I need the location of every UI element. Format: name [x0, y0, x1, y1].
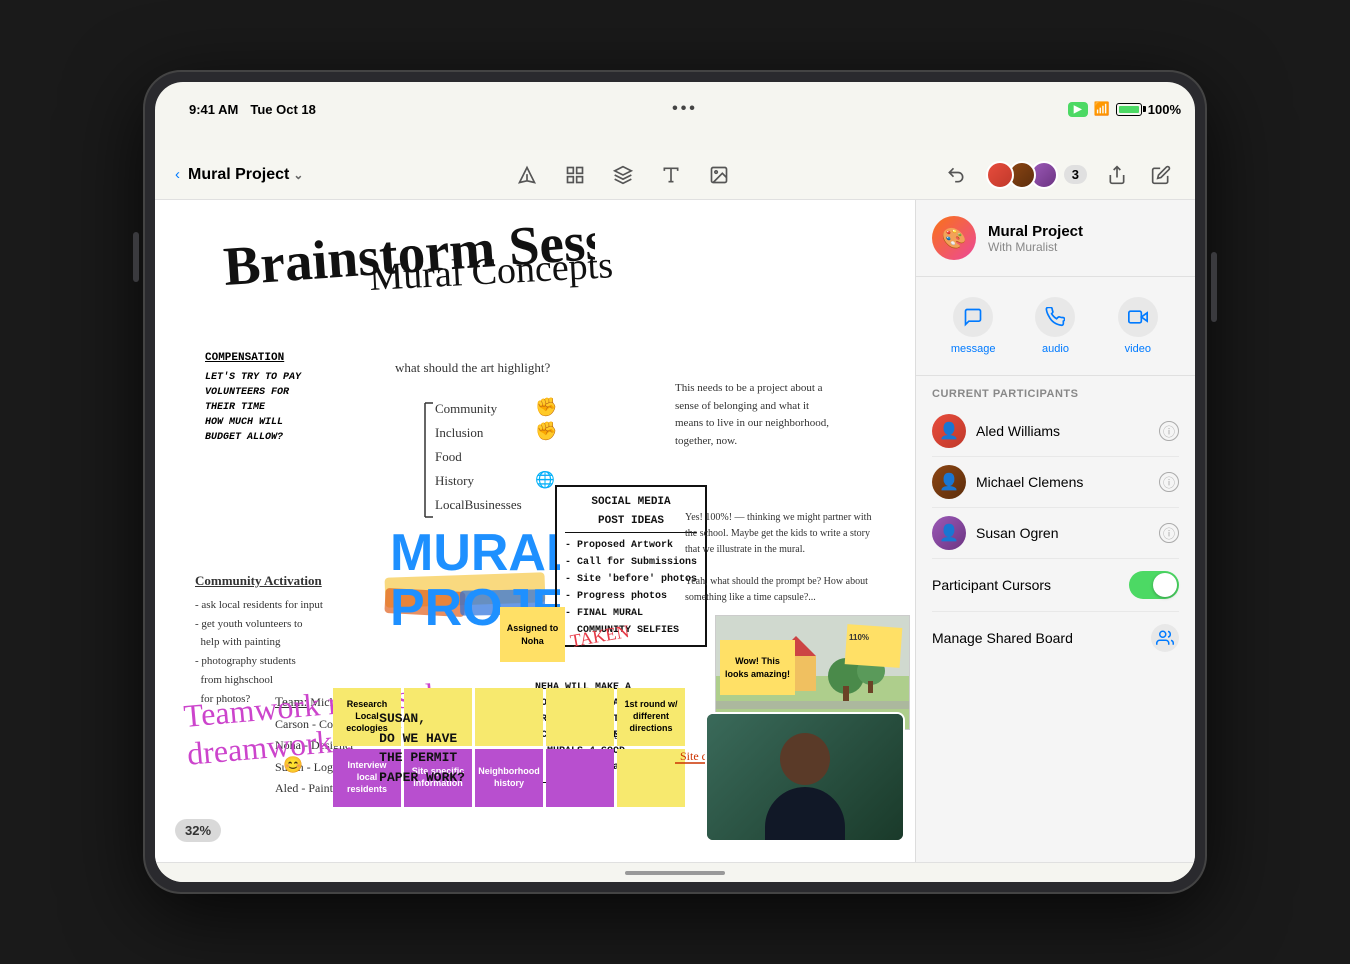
video-call-icon: [1118, 297, 1158, 337]
back-button[interactable]: ‹: [175, 166, 180, 183]
susan-info-button[interactable]: ⓘ: [1159, 523, 1179, 543]
participant-cursors-toggle[interactable]: [1129, 571, 1179, 599]
time-display: 9:41 AM: [189, 102, 238, 117]
toolbar: ‹ Mural Project ⌄: [155, 150, 1195, 200]
date-display: Tue Oct 18: [250, 102, 316, 117]
compensation-box: COMPENSATION LET'S TRY TO PAYVOLUNTEERS …: [205, 350, 301, 445]
svg-text:✊: ✊: [535, 397, 557, 418]
toolbar-left: ‹ Mural Project ⌄: [175, 166, 303, 184]
panel-project-info: Mural Project With Muralist: [988, 223, 1083, 254]
assigned-to-noha-sticky: Assigned to Noha: [500, 607, 565, 662]
manage-shared-board-icon[interactable]: [1151, 624, 1179, 652]
toggle-knob: [1153, 573, 1177, 597]
message-icon: [953, 297, 993, 337]
home-indicator: [155, 862, 1195, 882]
image-icon[interactable]: [705, 161, 733, 189]
michael-avatar: 👤: [932, 465, 966, 499]
audio-icon: [1035, 297, 1075, 337]
pen-icon[interactable]: [513, 161, 541, 189]
whiteboard-canvas[interactable]: Brainstorm Session Mural Concepts COMPEN…: [155, 200, 915, 862]
panel-with-label: With Muralist: [988, 240, 1083, 254]
text-icon[interactable]: [657, 161, 685, 189]
ipad-screen: 9:41 AM Tue Oct 18 ••• ▶ 📶 100% ‹: [155, 82, 1195, 882]
svg-text:Mural Concepts: Mural Concepts: [368, 244, 614, 299]
zoom-badge: 32%: [175, 819, 221, 842]
manage-shared-board-label: Manage Shared Board: [932, 630, 1151, 646]
video-person: [707, 714, 903, 840]
panel-project-name: Mural Project: [988, 223, 1083, 240]
grid-icon[interactable]: [561, 161, 589, 189]
sticky-neighborhood: Neighborhood history: [475, 749, 543, 807]
layers-icon[interactable]: [609, 161, 637, 189]
svg-text:History: History: [435, 473, 475, 488]
status-bar: 9:41 AM Tue Oct 18 ••• ▶ 📶 100%: [165, 92, 1195, 126]
title-chevron: ⌄: [293, 168, 303, 182]
mural-description-text: This needs to be a project about a sense…: [675, 380, 835, 450]
manage-shared-board-row[interactable]: Manage Shared Board: [916, 612, 1195, 664]
panel-actions: message audio: [916, 277, 1195, 376]
svg-text:Food: Food: [435, 449, 462, 464]
wow-sticky-note: Wow! This looks amazing!: [720, 640, 795, 695]
aled-name: Aled Williams: [976, 423, 1149, 439]
video-button[interactable]: video: [1097, 289, 1179, 363]
video-call-thumbnail: [705, 712, 905, 842]
art-highlight-question: what should the art highlight?: [395, 360, 550, 376]
wifi-icon: 📶: [1094, 101, 1110, 117]
center-dots: •••: [672, 100, 698, 117]
panel-header: 🎨 Mural Project With Muralist: [916, 200, 1195, 277]
main-content: Brainstorm Session Mural Concepts COMPEN…: [155, 200, 1195, 862]
toolbar-right: 3: [942, 161, 1175, 189]
sticky-empty-4: [546, 749, 614, 807]
collab-avatars[interactable]: 3: [986, 161, 1087, 189]
video-icon: ▶: [1068, 102, 1088, 117]
svg-text:MURAL: MURAL: [390, 524, 560, 582]
susan-note: SUSAN,DO WE HAVETHE PERMITPAPER WORK?: [379, 709, 465, 787]
message-label: message: [951, 343, 996, 355]
svg-text:110%: 110%: [849, 633, 869, 642]
susan-name: Susan Ogren: [976, 525, 1149, 541]
document-title[interactable]: Mural Project ⌄: [188, 166, 303, 184]
participant-cursors-label: Participant Cursors: [932, 577, 1129, 593]
avatar-1: [986, 161, 1014, 189]
share-button[interactable]: [1103, 161, 1131, 189]
collab-count: 3: [1064, 165, 1087, 184]
audio-label: audio: [1042, 343, 1069, 355]
participants-heading: CURRENT PARTICIPANTS: [916, 376, 1195, 406]
audio-button[interactable]: audio: [1014, 289, 1096, 363]
svg-text:✊: ✊: [535, 421, 557, 442]
michael-info-button[interactable]: ⓘ: [1159, 472, 1179, 492]
michael-name: Michael Clemens: [976, 474, 1149, 490]
svg-text:Inclusion: Inclusion: [435, 425, 484, 440]
yeah-text: Yes! 100%! — thinking we might partner w…: [685, 510, 875, 606]
participant-row-michael: 👤 Michael Clemens ⓘ: [916, 457, 1195, 507]
undo-button[interactable]: [942, 161, 970, 189]
status-left: 9:41 AM Tue Oct 18: [189, 102, 316, 117]
toolbar-center: [513, 161, 733, 189]
mural-concepts-title: Mural Concepts: [365, 240, 625, 305]
panel-project-avatar: 🎨: [932, 216, 976, 260]
edit-button[interactable]: [1147, 161, 1175, 189]
svg-text:🌐: 🌐: [535, 470, 555, 489]
sticky-empty-3: [546, 688, 614, 746]
side-panel: 🎨 Mural Project With Muralist: [915, 200, 1195, 862]
battery-icon: [1116, 103, 1142, 116]
participant-cursors-row: Participant Cursors: [916, 559, 1195, 611]
aled-info-button[interactable]: ⓘ: [1159, 421, 1179, 441]
svg-text:Community: Community: [435, 401, 498, 416]
video-label: video: [1125, 343, 1151, 355]
participant-row-aled: 👤 Aled Williams ⓘ: [916, 406, 1195, 456]
susan-avatar: 👤: [932, 516, 966, 550]
battery-label: 100%: [1148, 102, 1181, 117]
home-bar: [625, 871, 725, 875]
message-button[interactable]: message: [932, 289, 1014, 363]
sticky-1st-round: 1st round w/ different directions: [617, 688, 685, 746]
ipad-frame: 9:41 AM Tue Oct 18 ••• ▶ 📶 100% ‹: [145, 72, 1205, 892]
participant-row-susan: 👤 Susan Ogren ⓘ: [916, 508, 1195, 558]
status-right: ▶ 📶 100%: [1068, 101, 1181, 117]
sticky-empty-2: [475, 688, 543, 746]
aled-avatar: 👤: [932, 414, 966, 448]
